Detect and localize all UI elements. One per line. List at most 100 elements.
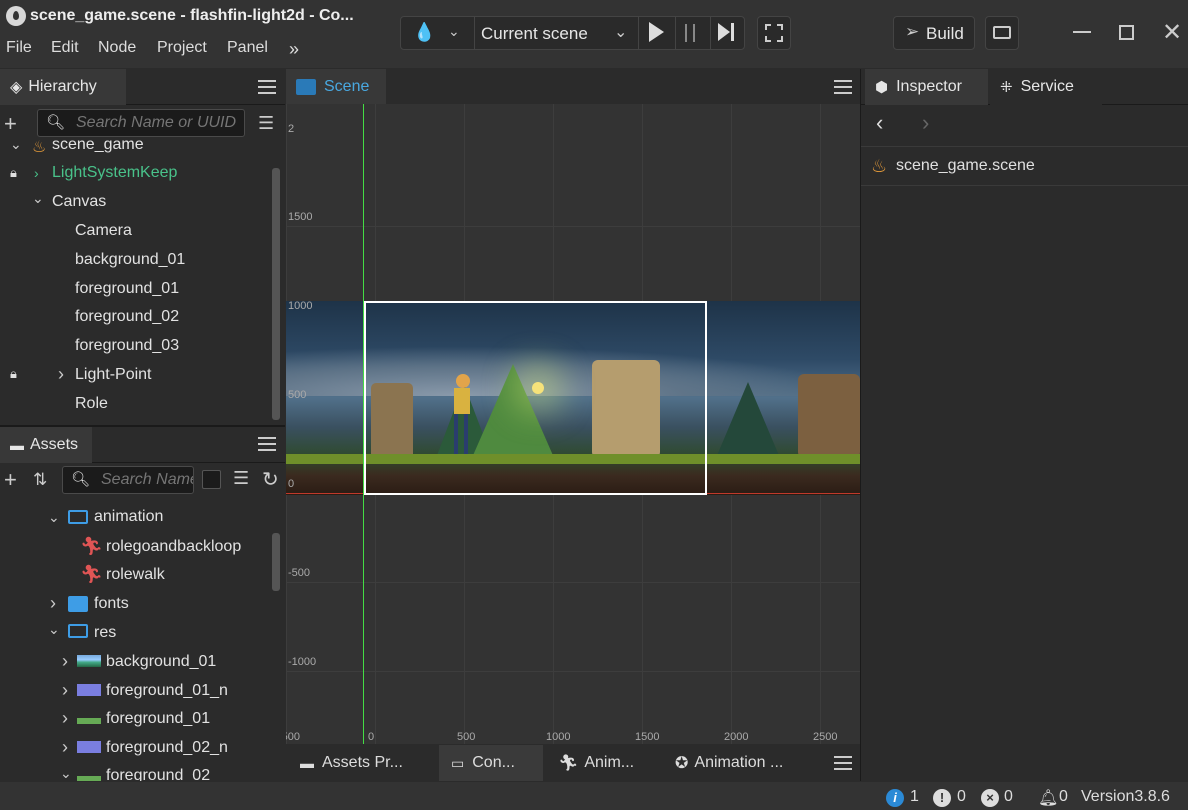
collapse-all-icon[interactable]: ☰: [258, 113, 274, 134]
bottom-panel-tabs: ▬ Assets Pr... ▭ Con... 🏃︎ Anim... ✪ Animati…: [286, 745, 860, 781]
hierarchy-search-field[interactable]: [38, 110, 244, 136]
filter-checkbox[interactable]: [202, 470, 221, 489]
animation-clip-icon: 🏃︎: [80, 536, 103, 556]
scene-menu-icon[interactable]: [834, 80, 852, 82]
folder-icon: [68, 596, 88, 612]
maximize-icon[interactable]: [1119, 25, 1134, 40]
menu-panel[interactable]: Panel: [227, 39, 268, 57]
assets-tree: ⌄ animation 🏃︎ rolegoandbackloop 🏃︎ role…: [0, 503, 285, 781]
tab-animation[interactable]: 🏃︎ Anim...: [544, 745, 662, 781]
tab-console[interactable]: ▭ Con...: [439, 745, 543, 781]
platform-icon[interactable]: 💧: [413, 22, 435, 43]
warning-count: 0: [957, 788, 966, 805]
close-icon[interactable]: ✕: [1162, 18, 1182, 47]
tree-item-light-point[interactable]: Light-Point: [75, 366, 152, 384]
lock-icon[interactable]: 🔒︎: [10, 165, 17, 181]
inspector-file-name: scene_game.scene: [896, 157, 1035, 174]
scene-select[interactable]: Current scene: [481, 24, 588, 44]
add-node-icon[interactable]: +: [4, 111, 17, 137]
add-asset-icon[interactable]: +: [4, 467, 17, 493]
asset-fonts[interactable]: fonts: [94, 595, 129, 613]
chevron-down-icon[interactable]: ⌄: [614, 22, 627, 42]
bell-icon[interactable]: 🔔︎: [1038, 788, 1058, 808]
asset-animation[interactable]: animation: [94, 508, 163, 526]
animation-clip-icon: 🏃︎: [80, 564, 103, 584]
warning-icon[interactable]: !: [933, 789, 951, 807]
tab-animation-editor[interactable]: ✪ Animation ...: [663, 745, 821, 781]
folder-icon: ▬: [300, 755, 314, 771]
console-icon: ▭: [451, 754, 465, 771]
asset-foreground-02[interactable]: foreground_02: [106, 767, 210, 781]
assets-scrollbar[interactable]: [272, 533, 280, 591]
tree-item-foreground-03[interactable]: foreground_03: [75, 337, 179, 355]
tree-item-role[interactable]: Role: [75, 395, 108, 413]
asset-rolegoandbackloop[interactable]: rolegoandbackloop: [106, 538, 241, 556]
tab-inspector[interactable]: ⬢ Inspector: [865, 69, 988, 105]
assets-menu-icon[interactable]: [258, 437, 276, 439]
hierarchy-search-input[interactable]: 🔍︎: [37, 109, 245, 137]
menu-edit[interactable]: Edit: [51, 39, 79, 57]
asset-foreground-02-n[interactable]: foreground_02_n: [106, 739, 228, 757]
pause-icon[interactable]: [685, 24, 695, 42]
menu-node[interactable]: Node: [98, 39, 136, 57]
error-icon[interactable]: ×: [981, 789, 999, 807]
send-icon: ➢: [905, 22, 920, 41]
tree-item-camera[interactable]: Camera: [75, 222, 132, 240]
image-thumbnail-icon: [77, 770, 101, 781]
search-icon: 🔍︎: [46, 114, 66, 131]
asset-res[interactable]: res: [94, 624, 116, 642]
tree-item-lightsystemkeep[interactable]: LightSystemKeep: [52, 164, 177, 182]
tab-hierarchy[interactable]: ◈ Hierarchy: [0, 69, 126, 105]
tree-right: [716, 382, 780, 458]
tab-assets-preview[interactable]: ▬ Assets Pr...: [286, 745, 438, 781]
inspector-icon: ⬢: [875, 79, 889, 96]
tree-item-foreground-02[interactable]: foreground_02: [75, 308, 179, 326]
tree-item-scene-game[interactable]: scene_game: [52, 140, 144, 154]
step-icon[interactable]: [718, 23, 730, 41]
asset-foreground-01-n[interactable]: foreground_01_n: [106, 682, 228, 700]
asset-foreground-01[interactable]: foreground_01: [106, 710, 210, 728]
search-icon: 🔍︎: [71, 471, 91, 488]
layers-icon: ◈: [10, 79, 23, 96]
lock-icon[interactable]: 🔒︎: [10, 366, 17, 382]
folder-icon: ▬: [10, 437, 24, 453]
tree-item-background-01[interactable]: background_01: [75, 251, 185, 269]
ruler-y-1000: 1000: [288, 300, 313, 312]
ruler-y-neg500: -500: [288, 567, 311, 579]
refresh-icon[interactable]: ↻: [262, 467, 279, 492]
tab-assets[interactable]: ▬ Assets: [0, 427, 92, 463]
tree-item-canvas[interactable]: Canvas: [52, 193, 106, 211]
animation-icon: 🏃︎: [558, 755, 579, 772]
asset-background-01[interactable]: background_01: [106, 653, 216, 671]
ruler-x-2500: 2500: [813, 731, 838, 743]
menu-file[interactable]: File: [6, 39, 32, 57]
notification-count: 0: [1059, 788, 1068, 805]
tree-item-foreground-01[interactable]: foreground_01: [75, 280, 179, 298]
menu-project[interactable]: Project: [157, 39, 207, 57]
minimize-icon[interactable]: [1073, 31, 1091, 33]
hierarchy-scrollbar[interactable]: [272, 168, 280, 420]
hierarchy-tree: ⌄ ♨ scene_game 🔒︎ › LightSystemKeep ⌄ Ca…: [0, 140, 285, 424]
bottom-panel-menu-icon[interactable]: [834, 756, 852, 758]
back-arrow-icon[interactable]: ‹: [876, 110, 883, 136]
tab-scene[interactable]: Scene: [286, 69, 386, 105]
sort-icon[interactable]: ⇅: [33, 470, 47, 490]
ruler-y-0: 0: [288, 478, 295, 490]
info-icon[interactable]: i: [886, 789, 904, 807]
tab-service[interactable]: ⁜ Service: [990, 69, 1102, 105]
collapse-icon[interactable]: ☰: [233, 468, 249, 489]
scene-viewport[interactable]: 2 1500 1000 500 0 -500 -1000 -500 0 500 …: [286, 104, 860, 744]
assets-search-input[interactable]: 🔍︎: [62, 466, 194, 494]
scene-icon: ♨: [871, 156, 888, 176]
asset-rolewalk[interactable]: rolewalk: [106, 566, 165, 584]
build-label: Build: [926, 24, 964, 43]
hierarchy-menu-icon[interactable]: [258, 80, 276, 82]
ruler-x-1000: 1000: [546, 731, 571, 743]
scene-image-icon: [296, 79, 316, 95]
play-icon[interactable]: [649, 22, 664, 42]
image-thumbnail-icon: [77, 712, 101, 724]
chevron-down-icon[interactable]: ⌄: [448, 23, 460, 40]
scene-icon: ♨: [32, 140, 47, 156]
forward-arrow-icon[interactable]: ›: [922, 110, 929, 136]
menu-more-icon[interactable]: »: [289, 39, 299, 60]
